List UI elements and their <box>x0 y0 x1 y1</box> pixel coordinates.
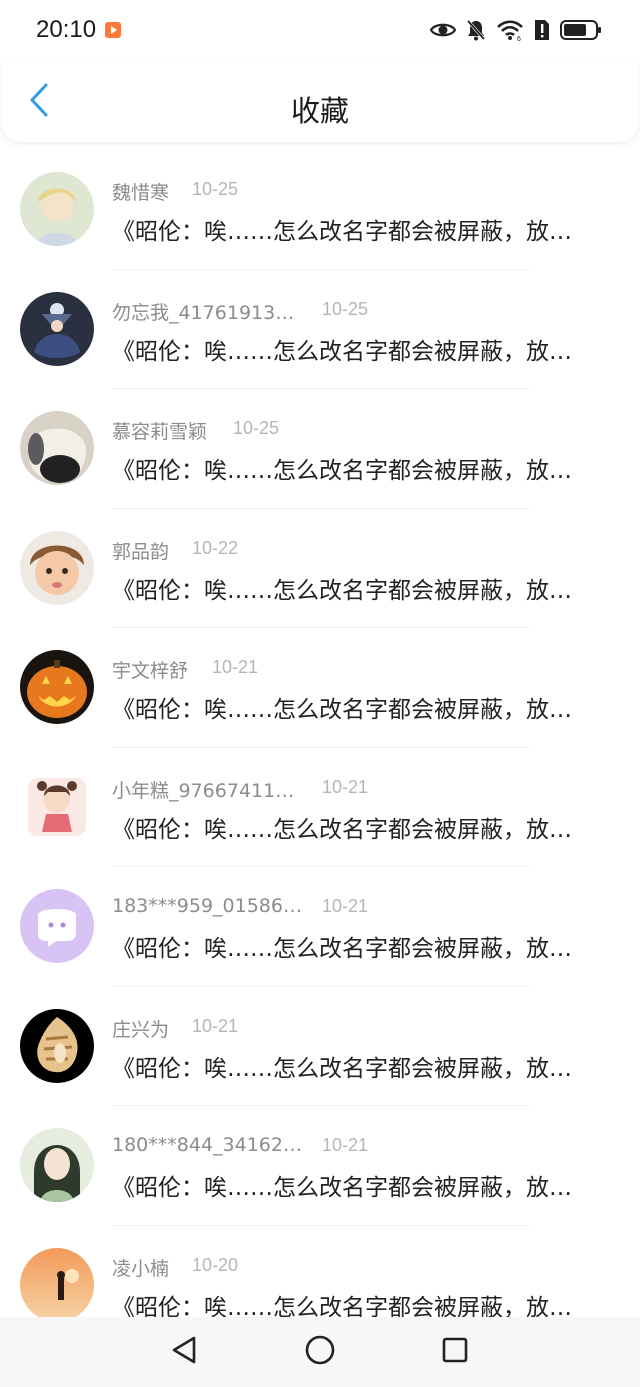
list-item[interactable]: 勿忘我_41761913… 10-25 《昭伦：唉……怎么改名字都会被屏蔽，放… <box>0 270 640 389</box>
item-date: 10-21 <box>212 657 259 677</box>
avatar[interactable] <box>20 172 94 246</box>
item-date: 10-21 <box>322 776 369 797</box>
battery-icon <box>560 19 602 41</box>
status-time: 20:10 <box>36 16 97 43</box>
item-content: 《昭伦：唉……怎么改名字都会被屏蔽，放… <box>112 1294 572 1318</box>
item-date: 10-25 <box>192 179 239 199</box>
list-item[interactable]: 郭品韵 10-22 《昭伦：唉……怎么改名字都会被屏蔽，放… <box>0 509 640 628</box>
avatar[interactable] <box>20 889 94 963</box>
user-name: 庄兴为 <box>112 1018 170 1041</box>
item-date: 10-22 <box>192 537 239 558</box>
user-name: 小年糕_97667411… <box>112 779 295 802</box>
list-item[interactable]: 魏惜寒 10-25 《昭伦：唉……怎么改名字都会被屏蔽，放… <box>0 150 640 270</box>
system-nav-bar <box>0 1317 640 1387</box>
user-name: 宇文梓舒 <box>112 660 189 682</box>
home-circle-icon <box>304 1334 336 1370</box>
svg-text:6: 6 <box>517 36 521 41</box>
user-name: 慕容莉雪颖 <box>112 421 208 443</box>
back-triangle-icon <box>170 1335 198 1369</box>
list-item[interactable]: 183***959_01586… 10-21 《昭伦：唉……怎么改名字都会被屏蔽… <box>0 867 640 987</box>
user-name: 凌小楠 <box>112 1257 170 1280</box>
list-item[interactable]: 宇文梓舒 10-21 《昭伦：唉……怎么改名字都会被屏蔽，放… <box>0 628 640 748</box>
user-name: 魏惜寒 <box>112 182 170 204</box>
item-date: 10-25 <box>322 298 369 319</box>
header-bar: 收藏 <box>2 60 638 142</box>
recents-square-icon <box>441 1336 469 1368</box>
avatar[interactable] <box>20 291 94 366</box>
item-date: 10-21 <box>322 1135 369 1155</box>
item-content: 《昭伦：唉……怎么改名字都会被屏蔽，放… <box>112 338 572 365</box>
user-name: 183***959_01586… <box>112 895 302 917</box>
page-title: 收藏 <box>290 94 349 128</box>
status-icons: 6 <box>430 16 602 44</box>
item-content: 《昭伦：唉……怎么改名字都会被屏蔽，放… <box>112 577 572 604</box>
list-item[interactable]: 小年糕_97667411… 10-21 《昭伦：唉……怎么改名字都会被屏蔽，放… <box>0 748 640 867</box>
nav-back-button[interactable] <box>166 1334 202 1370</box>
bell-mute-icon <box>466 19 486 41</box>
list-item[interactable]: 慕容莉雪颖 10-25 《昭伦：唉……怎么改名字都会被屏蔽，放… <box>0 389 640 509</box>
avatar[interactable] <box>20 650 94 724</box>
nav-recents-button[interactable] <box>437 1334 473 1370</box>
list-item[interactable]: 凌小楠 10-20 《昭伦：唉……怎么改名字都会被屏蔽，放… <box>0 1226 640 1318</box>
video-app-notification-icon <box>105 22 121 38</box>
list-item[interactable]: 庄兴为 10-21 《昭伦：唉……怎么改名字都会被屏蔽，放… <box>0 987 640 1106</box>
item-date: 10-20 <box>192 1254 239 1275</box>
item-content: 《昭伦：唉……怎么改名字都会被屏蔽，放… <box>112 1055 572 1082</box>
item-content: 《昭伦：唉……怎么改名字都会被屏蔽，放… <box>112 458 572 484</box>
user-name: 180***844_34162… <box>112 1134 302 1156</box>
item-content: 《昭伦：唉……怎么改名字都会被屏蔽，放… <box>112 697 572 723</box>
avatar[interactable] <box>20 411 94 485</box>
nav-home-button[interactable] <box>302 1334 338 1370</box>
alert-sim-icon <box>534 19 550 41</box>
item-date: 10-21 <box>192 1015 239 1036</box>
item-content: 《昭伦：唉……怎么改名字都会被屏蔽，放… <box>112 219 572 245</box>
avatar[interactable] <box>20 1128 94 1202</box>
avatar[interactable] <box>20 1247 94 1317</box>
item-date: 10-25 <box>233 418 280 438</box>
avatar[interactable] <box>20 530 94 605</box>
item-content: 《昭伦：唉……怎么改名字都会被屏蔽，放… <box>112 936 572 962</box>
list-item[interactable]: 180***844_34162… 10-21 《昭伦：唉……怎么改名字都会被屏蔽… <box>0 1106 640 1226</box>
wifi-icon: 6 <box>496 19 524 41</box>
eye-icon <box>430 20 456 40</box>
item-date: 10-21 <box>322 896 369 916</box>
user-name: 勿忘我_41761913… <box>112 301 295 324</box>
item-content: 《昭伦：唉……怎么改名字都会被屏蔽，放… <box>112 1175 572 1201</box>
item-content: 《昭伦：唉……怎么改名字都会被屏蔽，放… <box>112 816 572 843</box>
favorites-list[interactable]: 魏惜寒 10-25 《昭伦：唉……怎么改名字都会被屏蔽，放… 勿忘我_41761… <box>0 150 640 1317</box>
avatar[interactable] <box>20 769 94 844</box>
user-name: 郭品韵 <box>112 540 170 563</box>
avatar[interactable] <box>20 1008 94 1083</box>
status-bar: 20:10 6 <box>0 0 640 60</box>
